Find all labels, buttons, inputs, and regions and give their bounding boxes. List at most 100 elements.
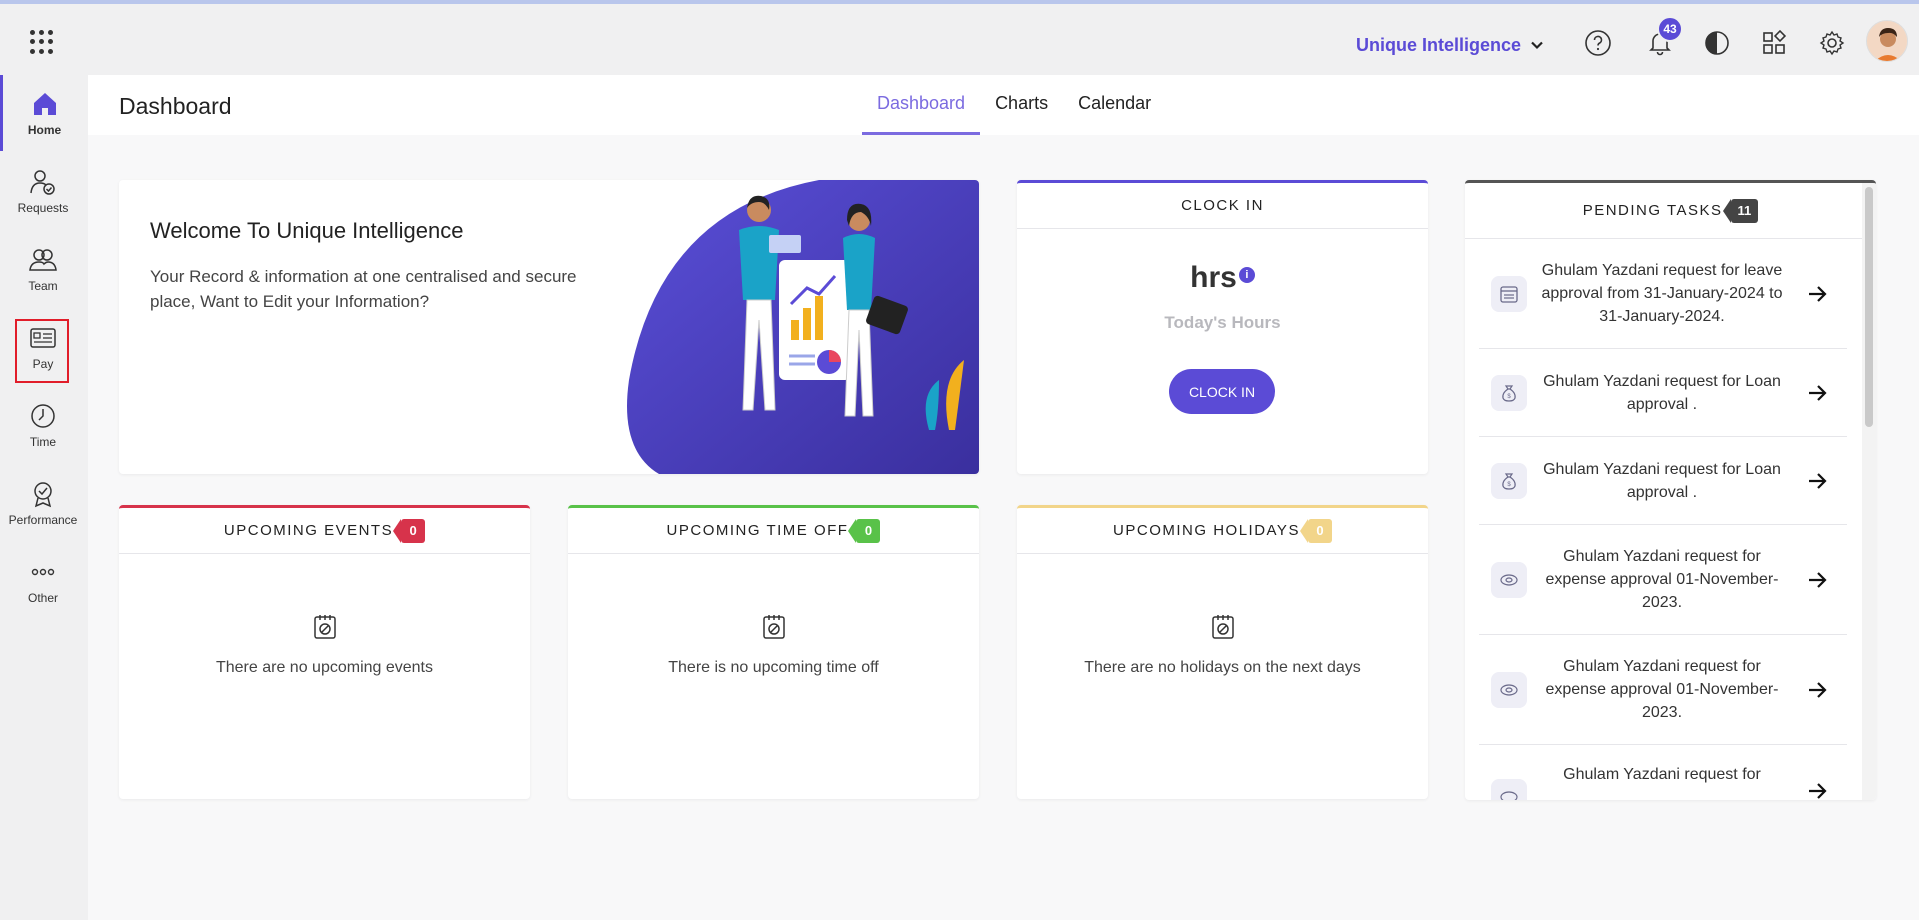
arrow-right-icon[interactable] <box>1805 381 1829 405</box>
apps-grid-icon[interactable] <box>28 28 56 56</box>
sidebar: Home Requests Team Pay Time Performance … <box>0 75 88 920</box>
welcome-title: Welcome To Unique Intelligence <box>150 218 464 243</box>
upcoming-time-off-count-badge: 0 <box>848 518 881 543</box>
expense-icon <box>1491 779 1527 800</box>
tab-bar: Dashboard Charts Calendar <box>862 75 1166 135</box>
sidebar-item-label: Home <box>27 123 62 137</box>
tab-charts[interactable]: Charts <box>980 75 1063 135</box>
welcome-illustration <box>627 180 979 474</box>
tab-calendar[interactable]: Calendar <box>1063 75 1166 135</box>
sidebar-item-label: Requests <box>17 201 69 215</box>
list-item[interactable]: $ Ghulam Yazdani request for Loan approv… <box>1479 349 1847 437</box>
organization-selector[interactable]: Unique Intelligence <box>1356 32 1545 58</box>
clock-in-card: CLOCK IN hrs i Today's Hours CLOCK IN <box>1017 180 1428 474</box>
sidebar-item-team[interactable]: Team <box>0 231 86 307</box>
upcoming-events-count-badge: 0 <box>393 518 426 543</box>
sidebar-item-other[interactable]: Other <box>0 543 86 619</box>
pending-tasks-title: PENDING TASKS <box>1582 202 1723 219</box>
help-icon[interactable] <box>1583 28 1613 58</box>
task-text: Ghulam Yazdani request for Loan approval… <box>1543 372 1781 413</box>
home-icon <box>33 93 56 115</box>
expense-icon <box>1491 671 1527 708</box>
info-icon[interactable]: i <box>1238 267 1255 283</box>
task-text: Ghulam Yazdani request for leave approva… <box>1541 262 1783 325</box>
upcoming-events-card: UPCOMING EVENTS 0 There are no upcoming … <box>119 505 530 799</box>
upcoming-events-title: UPCOMING EVENTS <box>223 522 394 539</box>
sidebar-item-requests[interactable]: Requests <box>0 153 86 229</box>
list-item[interactable]: $ Ghulam Yazdani request for Loan approv… <box>1479 437 1847 525</box>
upcoming-events-header: UPCOMING EVENTS 0 <box>119 508 530 554</box>
sidebar-item-label: Pay <box>32 357 54 371</box>
task-text: Ghulam Yazdani request for expense appro… <box>1545 548 1779 611</box>
sidebar-item-label: Other <box>27 591 58 605</box>
arrow-right-icon[interactable] <box>1805 568 1829 592</box>
chevron-down-icon <box>1531 41 1543 50</box>
list-item[interactable]: Ghulam Yazdani request for expense appro… <box>1479 635 1847 745</box>
page-title: Dashboard <box>119 93 232 119</box>
sidebar-item-label: Performance <box>8 513 78 527</box>
sidebar-item-performance[interactable]: Performance <box>0 465 86 541</box>
money-bag-icon: $ <box>1491 374 1527 411</box>
upcoming-time-off-card: UPCOMING TIME OFF 0 There is no upcoming… <box>568 505 979 799</box>
todays-hours-label: Today's Hours <box>1164 313 1281 332</box>
clock-in-header: CLOCK IN <box>1017 183 1428 229</box>
welcome-card: Welcome To Unique Intelligence Your Reco… <box>119 180 979 474</box>
clock-icon <box>31 404 55 428</box>
widgets-icon[interactable] <box>1759 28 1789 58</box>
hours-value: hrs i <box>1017 261 1428 295</box>
scrollbar-thumb[interactable] <box>1865 187 1873 427</box>
upcoming-holidays-card: UPCOMING HOLIDAYS 0 There are no holiday… <box>1017 505 1428 799</box>
upcoming-holidays-count-badge: 0 <box>1299 518 1332 543</box>
arrow-right-icon[interactable] <box>1805 469 1829 493</box>
task-text: Ghulam Yazdani request for expense appro… <box>1545 658 1779 721</box>
pending-tasks-list: Ghulam Yazdani request for leave approva… <box>1465 239 1861 800</box>
gear-icon[interactable] <box>1817 28 1847 58</box>
list-item[interactable]: Ghulam Yazdani request for expense appro… <box>1479 525 1847 635</box>
upcoming-time-off-header: UPCOMING TIME OFF 0 <box>568 508 979 554</box>
calendar-icon <box>1491 275 1527 312</box>
upcoming-time-off-empty-message: There is no upcoming time off <box>668 659 879 676</box>
upcoming-time-off-title: UPCOMING TIME OFF <box>666 522 849 539</box>
sidebar-item-pay[interactable]: Pay <box>0 309 86 385</box>
pay-icon <box>30 328 56 348</box>
empty-calendar-icon <box>313 615 336 639</box>
money-bag-icon: $ <box>1491 462 1527 499</box>
top-bar: Unique Intelligence 43 <box>0 4 1919 75</box>
requests-icon <box>30 170 55 195</box>
svg-text:$: $ <box>1507 482 1511 488</box>
upcoming-holidays-title: UPCOMING HOLIDAYS <box>1113 522 1300 539</box>
empty-calendar-icon <box>762 615 785 639</box>
upcoming-events-empty-message: There are no upcoming events <box>215 659 433 676</box>
upcoming-holidays-header: UPCOMING HOLIDAYS 0 <box>1017 508 1428 554</box>
clock-in-button[interactable]: CLOCK IN <box>1169 369 1275 414</box>
task-text: Ghulam Yazdani request for <box>1563 766 1761 783</box>
expense-icon <box>1491 561 1527 598</box>
theme-toggle-icon[interactable] <box>1702 28 1732 58</box>
upcoming-holidays-empty-state: There are no holidays on the next days <box>1017 612 1428 677</box>
pending-tasks-card: PENDING TASKS 11 Ghulam Yazdani request … <box>1465 180 1876 800</box>
notification-count-badge: 43 <box>1657 16 1683 42</box>
welcome-text: Your Record & information at one central… <box>150 267 577 311</box>
sidebar-item-time[interactable]: Time <box>0 387 86 463</box>
list-item[interactable]: Ghulam Yazdani request for leave approva… <box>1479 239 1847 349</box>
empty-calendar-icon <box>1211 615 1234 639</box>
clock-in-title: CLOCK IN <box>1181 197 1264 214</box>
sidebar-item-home[interactable]: Home <box>0 75 86 151</box>
arrow-right-icon[interactable] <box>1805 282 1829 306</box>
sidebar-item-label: Time <box>29 435 57 449</box>
pending-tasks-scrollbar[interactable] <box>1862 183 1876 800</box>
more-icon <box>31 568 55 576</box>
list-item[interactable]: Ghulam Yazdani request for <box>1479 745 1847 800</box>
page-header: Dashboard Dashboard Charts Calendar <box>88 75 1919 135</box>
award-icon <box>34 482 52 508</box>
upcoming-events-empty-state: There are no upcoming events <box>119 612 530 677</box>
team-icon <box>29 249 57 271</box>
pending-tasks-count-badge: 11 <box>1722 198 1759 223</box>
tab-dashboard[interactable]: Dashboard <box>862 75 981 135</box>
task-text: Ghulam Yazdani request for Loan approval… <box>1543 460 1781 501</box>
arrow-right-icon[interactable] <box>1805 779 1829 800</box>
user-avatar[interactable] <box>1866 20 1908 62</box>
organization-name: Unique Intelligence <box>1356 34 1522 55</box>
arrow-right-icon[interactable] <box>1805 678 1829 702</box>
hours-text: hrs <box>1190 261 1237 294</box>
